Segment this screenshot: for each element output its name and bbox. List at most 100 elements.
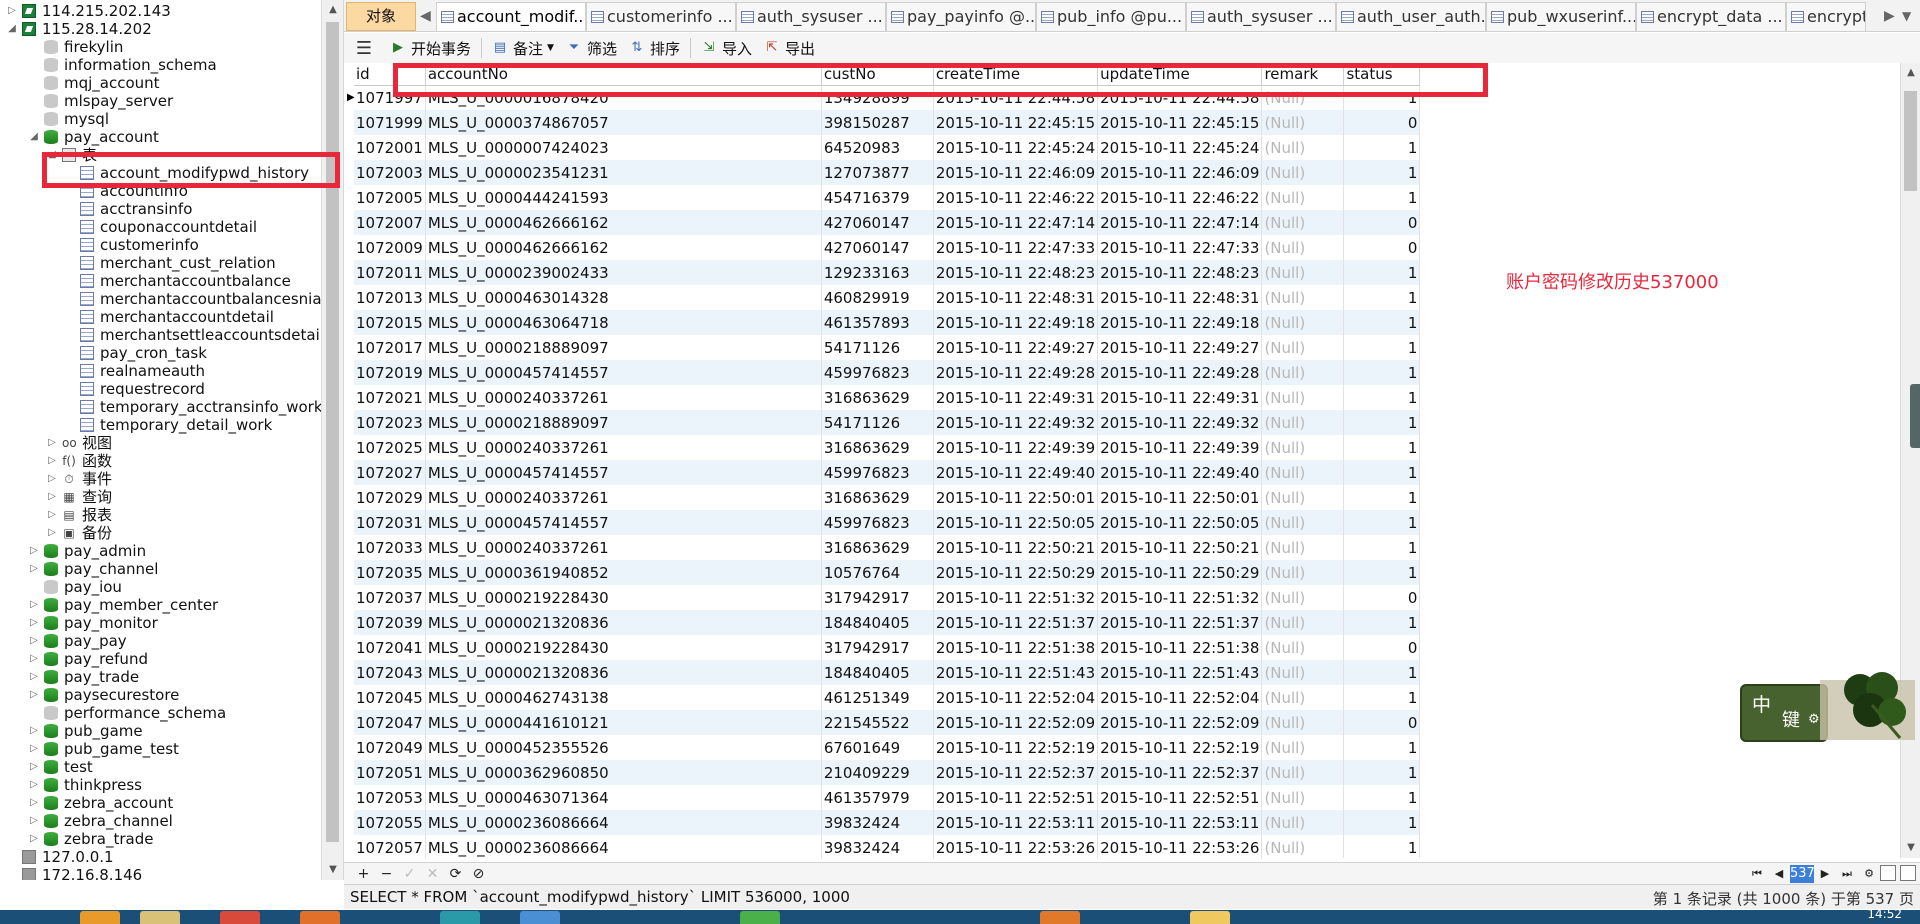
database-node[interactable]: ▷ pay_admin [0,542,322,560]
table-cell-accountno[interactable]: MLS_U_0000219228430 [425,635,822,660]
table-cell-status[interactable]: 1 [1343,385,1421,410]
column-header[interactable]: status [1343,63,1421,86]
table-cell-custno[interactable]: 316863629 [821,435,934,460]
table-row[interactable]: 1072041 MLS_U_0000219228430 317942917 2015-… [354,635,1421,660]
table-cell-id[interactable]: 1071999 [354,110,426,135]
table-cell-status[interactable]: 1 [1343,85,1421,110]
folder-node[interactable]: ◢ 表 [0,146,322,164]
tab-scroll-left-icon[interactable]: ◀ [420,4,434,28]
expand-closed-icon[interactable]: ▷ [28,812,40,830]
column-header[interactable]: remark [1261,63,1345,86]
database-node[interactable]: ▷ test [0,758,322,776]
gear-icon[interactable]: ⚙ [1808,712,1820,727]
expand-closed-icon[interactable]: ▷ [28,542,40,560]
table-cell-updatetime[interactable]: 2015-10-11 22:51:38 [1097,635,1263,660]
table-row[interactable]: 1072005 MLS_U_0000444241593 454716379 2015-… [354,185,1421,210]
table-cell-updatetime[interactable]: 2015-10-11 22:53:11 [1097,810,1263,835]
expand-open-icon[interactable]: ◢ [28,128,40,146]
database-node[interactable]: ▷ pay_trade [0,668,322,686]
table-cell-remark[interactable]: (Null) [1261,85,1345,110]
table-row[interactable]: 1071997 MLS_U_0000016878420 134928899 2015-… [354,85,1421,110]
table-cell-updatetime[interactable]: 2015-10-11 22:48:23 [1097,260,1263,285]
table-cell-remark[interactable]: (Null) [1261,660,1345,685]
taskbar-app-icon[interactable] [300,911,340,924]
table-row[interactable]: 1072039 MLS_U_0000021320836 184840405 2015-… [354,610,1421,635]
database-node[interactable]: ▷ thinkpress [0,776,322,794]
table-row[interactable]: 1072017 MLS_U_0000218889097 54171126 2015-1… [354,335,1421,360]
table-cell-id[interactable]: 1072019 [354,360,426,385]
table-node[interactable]: temporary_detail_work [0,416,322,434]
table-cell-status[interactable]: 0 [1343,110,1421,135]
table-cell-status[interactable]: 1 [1343,735,1421,760]
table-row[interactable]: 1072035 MLS_U_0000361940852 10576764 2015-1… [354,560,1421,585]
table-cell-custno[interactable]: 221545522 [821,710,934,735]
table-cell-custno[interactable]: 317942917 [821,635,934,660]
table-cell-status[interactable]: 1 [1343,135,1421,160]
tab-document[interactable]: encrypti [1786,2,1866,31]
table-row[interactable]: 1071999 MLS_U_0000374867057 398150287 2015-… [354,110,1421,135]
table-cell-remark[interactable]: (Null) [1261,210,1345,235]
taskbar-app-icon[interactable] [140,911,180,924]
table-cell-createtime[interactable]: 2015-10-11 22:50:01 [933,485,1099,510]
expand-closed-icon[interactable]: ▷ [6,2,18,20]
table-cell-custno[interactable]: 210409229 [821,760,934,785]
table-cell-accountno[interactable]: MLS_U_0000441610121 [425,710,822,735]
table-row[interactable]: 1072019 MLS_U_0000457414557 459976823 2015-… [354,360,1421,385]
table-cell-accountno[interactable]: MLS_U_0000021320836 [425,660,822,685]
table-cell-status[interactable]: 1 [1343,685,1421,710]
table-cell-id[interactable]: 1072011 [354,260,426,285]
table-cell-id[interactable]: 1072023 [354,410,426,435]
tab-document[interactable]: auth_sysuser ... [1186,2,1336,31]
table-cell-createtime[interactable]: 2015-10-11 22:52:04 [933,685,1099,710]
column-header[interactable]: updateTime [1097,63,1263,86]
table-cell-accountno[interactable]: MLS_U_0000462743138 [425,685,822,710]
folder-node[interactable]: ▷ f() 函数 [0,452,322,470]
table-cell-updatetime[interactable]: 2015-10-11 22:46:22 [1097,185,1263,210]
discard-changes-icon[interactable]: ✕ [421,864,444,884]
table-cell-updatetime[interactable]: 2015-10-11 22:53:26 [1097,835,1263,858]
expand-closed-icon[interactable]: ▷ [28,794,40,812]
expand-closed-icon[interactable]: ▷ [46,488,58,506]
table-cell-remark[interactable]: (Null) [1261,460,1345,485]
table-cell-id[interactable]: 1072035 [354,560,426,585]
table-node[interactable]: realnameauth [0,362,322,380]
table-cell-remark[interactable]: (Null) [1261,110,1345,135]
table-cell-createtime[interactable]: 2015-10-11 22:51:43 [933,660,1099,685]
table-row[interactable]: 1072007 MLS_U_0000462666162 427060147 2015-… [354,210,1421,235]
table-cell-updatetime[interactable]: 2015-10-11 22:45:15 [1097,110,1263,135]
database-node[interactable]: ▷ pay_channel [0,560,322,578]
table-cell-accountno[interactable]: MLS_U_0000236086664 [425,810,822,835]
table-row[interactable]: 1072025 MLS_U_0000240337261 316863629 2015-… [354,435,1421,460]
table-cell-updatetime[interactable]: 2015-10-11 22:47:14 [1097,210,1263,235]
table-cell-createtime[interactable]: 2015-10-11 22:44:58 [933,85,1099,110]
table-row[interactable]: 1072033 MLS_U_0000240337261 316863629 2015-… [354,535,1421,560]
table-cell-status[interactable]: 1 [1343,760,1421,785]
table-row[interactable]: 1072015 MLS_U_0000463064718 461357893 2015-… [354,310,1421,335]
table-cell-createtime[interactable]: 2015-10-11 22:49:32 [933,410,1099,435]
table-cell-remark[interactable]: (Null) [1261,685,1345,710]
table-cell-status[interactable]: 1 [1343,260,1421,285]
table-node[interactable]: merchantsettleaccountsdetail [0,326,324,344]
taskbar-app-icon[interactable] [440,911,480,924]
table-cell-createtime[interactable]: 2015-10-11 22:50:21 [933,535,1099,560]
table-cell-updatetime[interactable]: 2015-10-11 22:47:33 [1097,235,1263,260]
table-row[interactable]: 1072045 MLS_U_0000462743138 461251349 2015-… [354,685,1421,710]
table-cell-remark[interactable]: (Null) [1261,235,1345,260]
table-cell-createtime[interactable]: 2015-10-11 22:46:09 [933,160,1099,185]
folder-node[interactable]: ▷ ⏱ 事件 [0,470,322,488]
database-node[interactable]: ▷ zebra_channel [0,812,322,830]
sort-button[interactable]: ⇅ 排序 [623,35,686,61]
database-node[interactable]: ▷ pub_game_test [0,740,322,758]
table-cell-createtime[interactable]: 2015-10-11 22:52:37 [933,760,1099,785]
connection-node[interactable]: 172.16.8.146 [0,866,322,880]
expand-closed-icon[interactable]: ▷ [28,632,40,650]
expand-closed-icon[interactable]: ▷ [46,452,58,470]
table-cell-status[interactable]: 1 [1343,810,1421,835]
table-cell-createtime[interactable]: 2015-10-11 22:53:26 [933,835,1099,858]
expand-open-icon[interactable]: ◢ [46,146,58,164]
table-cell-custno[interactable]: 127073877 [821,160,934,185]
table-cell-remark[interactable]: (Null) [1261,160,1345,185]
table-cell-accountno[interactable]: MLS_U_0000444241593 [425,185,822,210]
table-cell-remark[interactable]: (Null) [1261,835,1345,858]
table-cell-remark[interactable]: (Null) [1261,810,1345,835]
